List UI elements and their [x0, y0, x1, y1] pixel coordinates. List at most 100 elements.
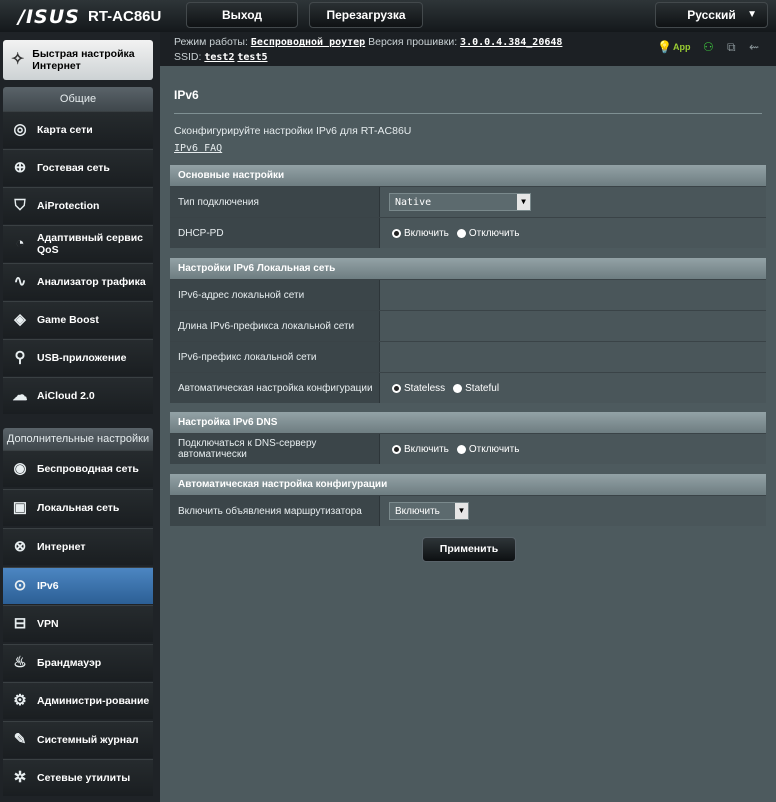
copy-icon[interactable]: ⧉ — [727, 40, 736, 55]
page-title: IPv6 — [174, 88, 199, 102]
connection-type-select[interactable]: Native ▼ — [389, 193, 531, 211]
stateless-radio[interactable]: Stateless — [392, 383, 445, 394]
quick-setup-button[interactable]: ✧ Быстрая настройка Интернет — [3, 40, 153, 80]
mode-label: Режим работы: — [174, 36, 248, 48]
sidebar-item-label: AiProtection — [37, 200, 100, 212]
router-advert-label: Включить объявления маршрутизатора — [170, 496, 379, 526]
sidebar-item-label: Брандмауэр — [37, 657, 102, 669]
radio-dot[interactable] — [456, 444, 466, 454]
sidebar-item-label: Адаптивный сервис QoS — [37, 232, 144, 256]
cloud-icon: ☁ — [12, 387, 28, 404]
connection-type-label: Тип подключения — [170, 187, 379, 217]
apply-button[interactable]: Применить — [422, 537, 516, 562]
router-model: RT-AC86U — [88, 8, 162, 25]
sidebar-item-aiprotection[interactable]: ⛉ AiProtection — [3, 187, 153, 224]
sidebar-item-usb-app[interactable]: ⚲ USB-приложение — [3, 339, 153, 376]
sidebar-item-label: USB-приложение — [37, 352, 127, 364]
top-bar: /ISUS RT-AC86U Выход Перезагрузка Русски… — [0, 0, 776, 32]
sidebar-item-administration[interactable]: ⚙ Администри-рование — [3, 682, 153, 719]
dhcp-pd-disable-radio[interactable]: Отключить — [456, 228, 519, 239]
language-select[interactable]: Русский ▼ — [655, 2, 768, 28]
sidebar-item-label: IPv6 — [37, 580, 59, 592]
advanced-header: Дополнительные настройки — [3, 428, 153, 450]
lan-settings-section: Настройки IPv6 Локальная сеть IPv6-адрес… — [170, 258, 766, 403]
title-divider — [174, 113, 762, 114]
ipv6-faq-link[interactable]: IPv6 FAQ — [174, 143, 222, 154]
fw-value-link[interactable]: 3.0.0.4.384_20648 — [460, 37, 562, 48]
sidebar-item-qos[interactable]: ◔ Адаптивный сервис QoS — [3, 225, 153, 262]
sidebar-item-label: Локальная сеть — [37, 502, 120, 514]
general-header: Общие — [3, 87, 153, 111]
section-header: Настройка IPv6 DNS — [170, 412, 766, 433]
sidebar-item-wireless[interactable]: ◉ Беспроводная сеть — [3, 450, 153, 487]
sidebar-item-network-map[interactable]: ◎ Карта сети — [3, 111, 153, 148]
fw-label: Версия прошивки: — [368, 36, 458, 48]
network-map-icon: ◎ — [13, 121, 27, 138]
wifi-icon: ◉ — [13, 460, 27, 477]
sidebar-item-guest-network[interactable]: ⊕ Гостевая сеть — [3, 149, 153, 186]
radio-label: Включить — [404, 443, 449, 455]
user-icon[interactable]: ⚇ — [703, 40, 714, 54]
radio-dot[interactable] — [456, 228, 466, 238]
prefix-row: IPv6-префикс локальной сети — [170, 341, 766, 372]
asus-logo: /ISUS — [18, 6, 80, 28]
radio-dot[interactable] — [392, 228, 401, 238]
sidebar-item-vpn[interactable]: ⊟ VPN — [3, 605, 153, 642]
chevron-down-icon: ▼ — [517, 194, 530, 210]
gauge-icon: ◔ — [15, 235, 25, 252]
sidebar-item-label: Анализатор трафика — [37, 276, 146, 288]
sidebar-item-ipv6[interactable]: ⊙ IPv6 — [3, 567, 153, 604]
log-icon: ✎ — [13, 731, 27, 748]
ssid-5g-link[interactable]: test5 — [237, 52, 267, 63]
sidebar-item-wan[interactable]: ⊗ Интернет — [3, 528, 153, 565]
dhcp-pd-label: DHCP-PD — [170, 218, 379, 248]
mode-value-link[interactable]: Беспроводной роутер — [251, 37, 365, 48]
router-advert-value: Включить — [395, 505, 440, 517]
sidebar-item-label: Администри-рование — [37, 695, 150, 707]
admin-icon: ⚙ — [13, 692, 27, 709]
router-advert-select[interactable]: Включить ▼ — [389, 502, 469, 520]
reboot-button[interactable]: Перезагрузка — [309, 2, 423, 28]
vpn-icon: ⊟ — [13, 615, 27, 632]
sidebar-item-network-tools[interactable]: ✲ Сетевые утилиты — [3, 759, 153, 796]
basic-settings-section: Основные настройки Тип подключения Nativ… — [170, 165, 766, 248]
dns-enable-radio[interactable]: Включить — [392, 444, 449, 455]
lan-icon: ▣ — [12, 499, 28, 516]
ssid-2g-link[interactable]: test2 — [204, 52, 234, 63]
language-label: Русский — [687, 8, 736, 22]
radio-label: Отключить — [468, 443, 520, 455]
sidebar-item-traffic-analyzer[interactable]: ∿ Анализатор трафика — [3, 263, 153, 300]
app-label[interactable]: App — [673, 42, 691, 52]
dns-settings-section: Настройка IPv6 DNS Подключаться к DNS-се… — [170, 412, 766, 464]
autoconf-section: Автоматическая настройка конфигурации Вк… — [170, 474, 766, 526]
sidebar-item-firewall[interactable]: ♨ Брандмауэр — [3, 644, 153, 681]
prefix-length-label: Длина IPv6-префикса локальной сети — [170, 311, 379, 341]
ssid-line: SSID: test2 test5 — [174, 51, 268, 63]
radio-dot[interactable] — [392, 383, 401, 393]
autoconf-row: Автоматическая настройка конфигурации St… — [170, 372, 766, 403]
prefix-value — [379, 342, 766, 372]
sidebar-item-system-log[interactable]: ✎ Системный журнал — [3, 721, 153, 758]
mode-firmware-line: Режим работы: Беспроводной роутер Версия… — [174, 36, 562, 48]
autoconf-label: Автоматическая настройка конфигурации — [170, 373, 379, 403]
router-advert-row: Включить объявления маршрутизатора Включ… — [170, 495, 766, 526]
usb-icon: ⚲ — [14, 349, 26, 366]
guest-network-icon: ⊕ — [13, 159, 27, 176]
sidebar-item-label: Беспроводная сеть — [37, 463, 139, 475]
stateful-radio[interactable]: Stateful — [453, 383, 499, 394]
sidebar-item-label: Гостевая сеть — [37, 162, 110, 174]
sidebar-item-label: Системный журнал — [37, 734, 139, 746]
sidebar-item-aicloud[interactable]: ☁ AiCloud 2.0 — [3, 377, 153, 414]
globe-icon: ⊗ — [13, 538, 27, 555]
sidebar-item-lan[interactable]: ▣ Локальная сеть — [3, 489, 153, 526]
dns-disable-radio[interactable]: Отключить — [456, 443, 520, 455]
usb-status-icon[interactable]: ⇜ — [749, 40, 759, 54]
logout-button[interactable]: Выход — [186, 2, 298, 28]
sidebar-item-game-boost[interactable]: ◈ Game Boost — [3, 301, 153, 338]
dhcp-pd-enable-radio[interactable]: Включить — [392, 228, 449, 239]
sidebar-item-label: Интернет — [37, 541, 86, 553]
connection-type-row: Тип подключения Native ▼ — [170, 186, 766, 217]
lightbulb-icon[interactable]: 💡 — [657, 40, 672, 54]
radio-dot[interactable] — [453, 383, 463, 393]
radio-dot[interactable] — [392, 444, 401, 454]
